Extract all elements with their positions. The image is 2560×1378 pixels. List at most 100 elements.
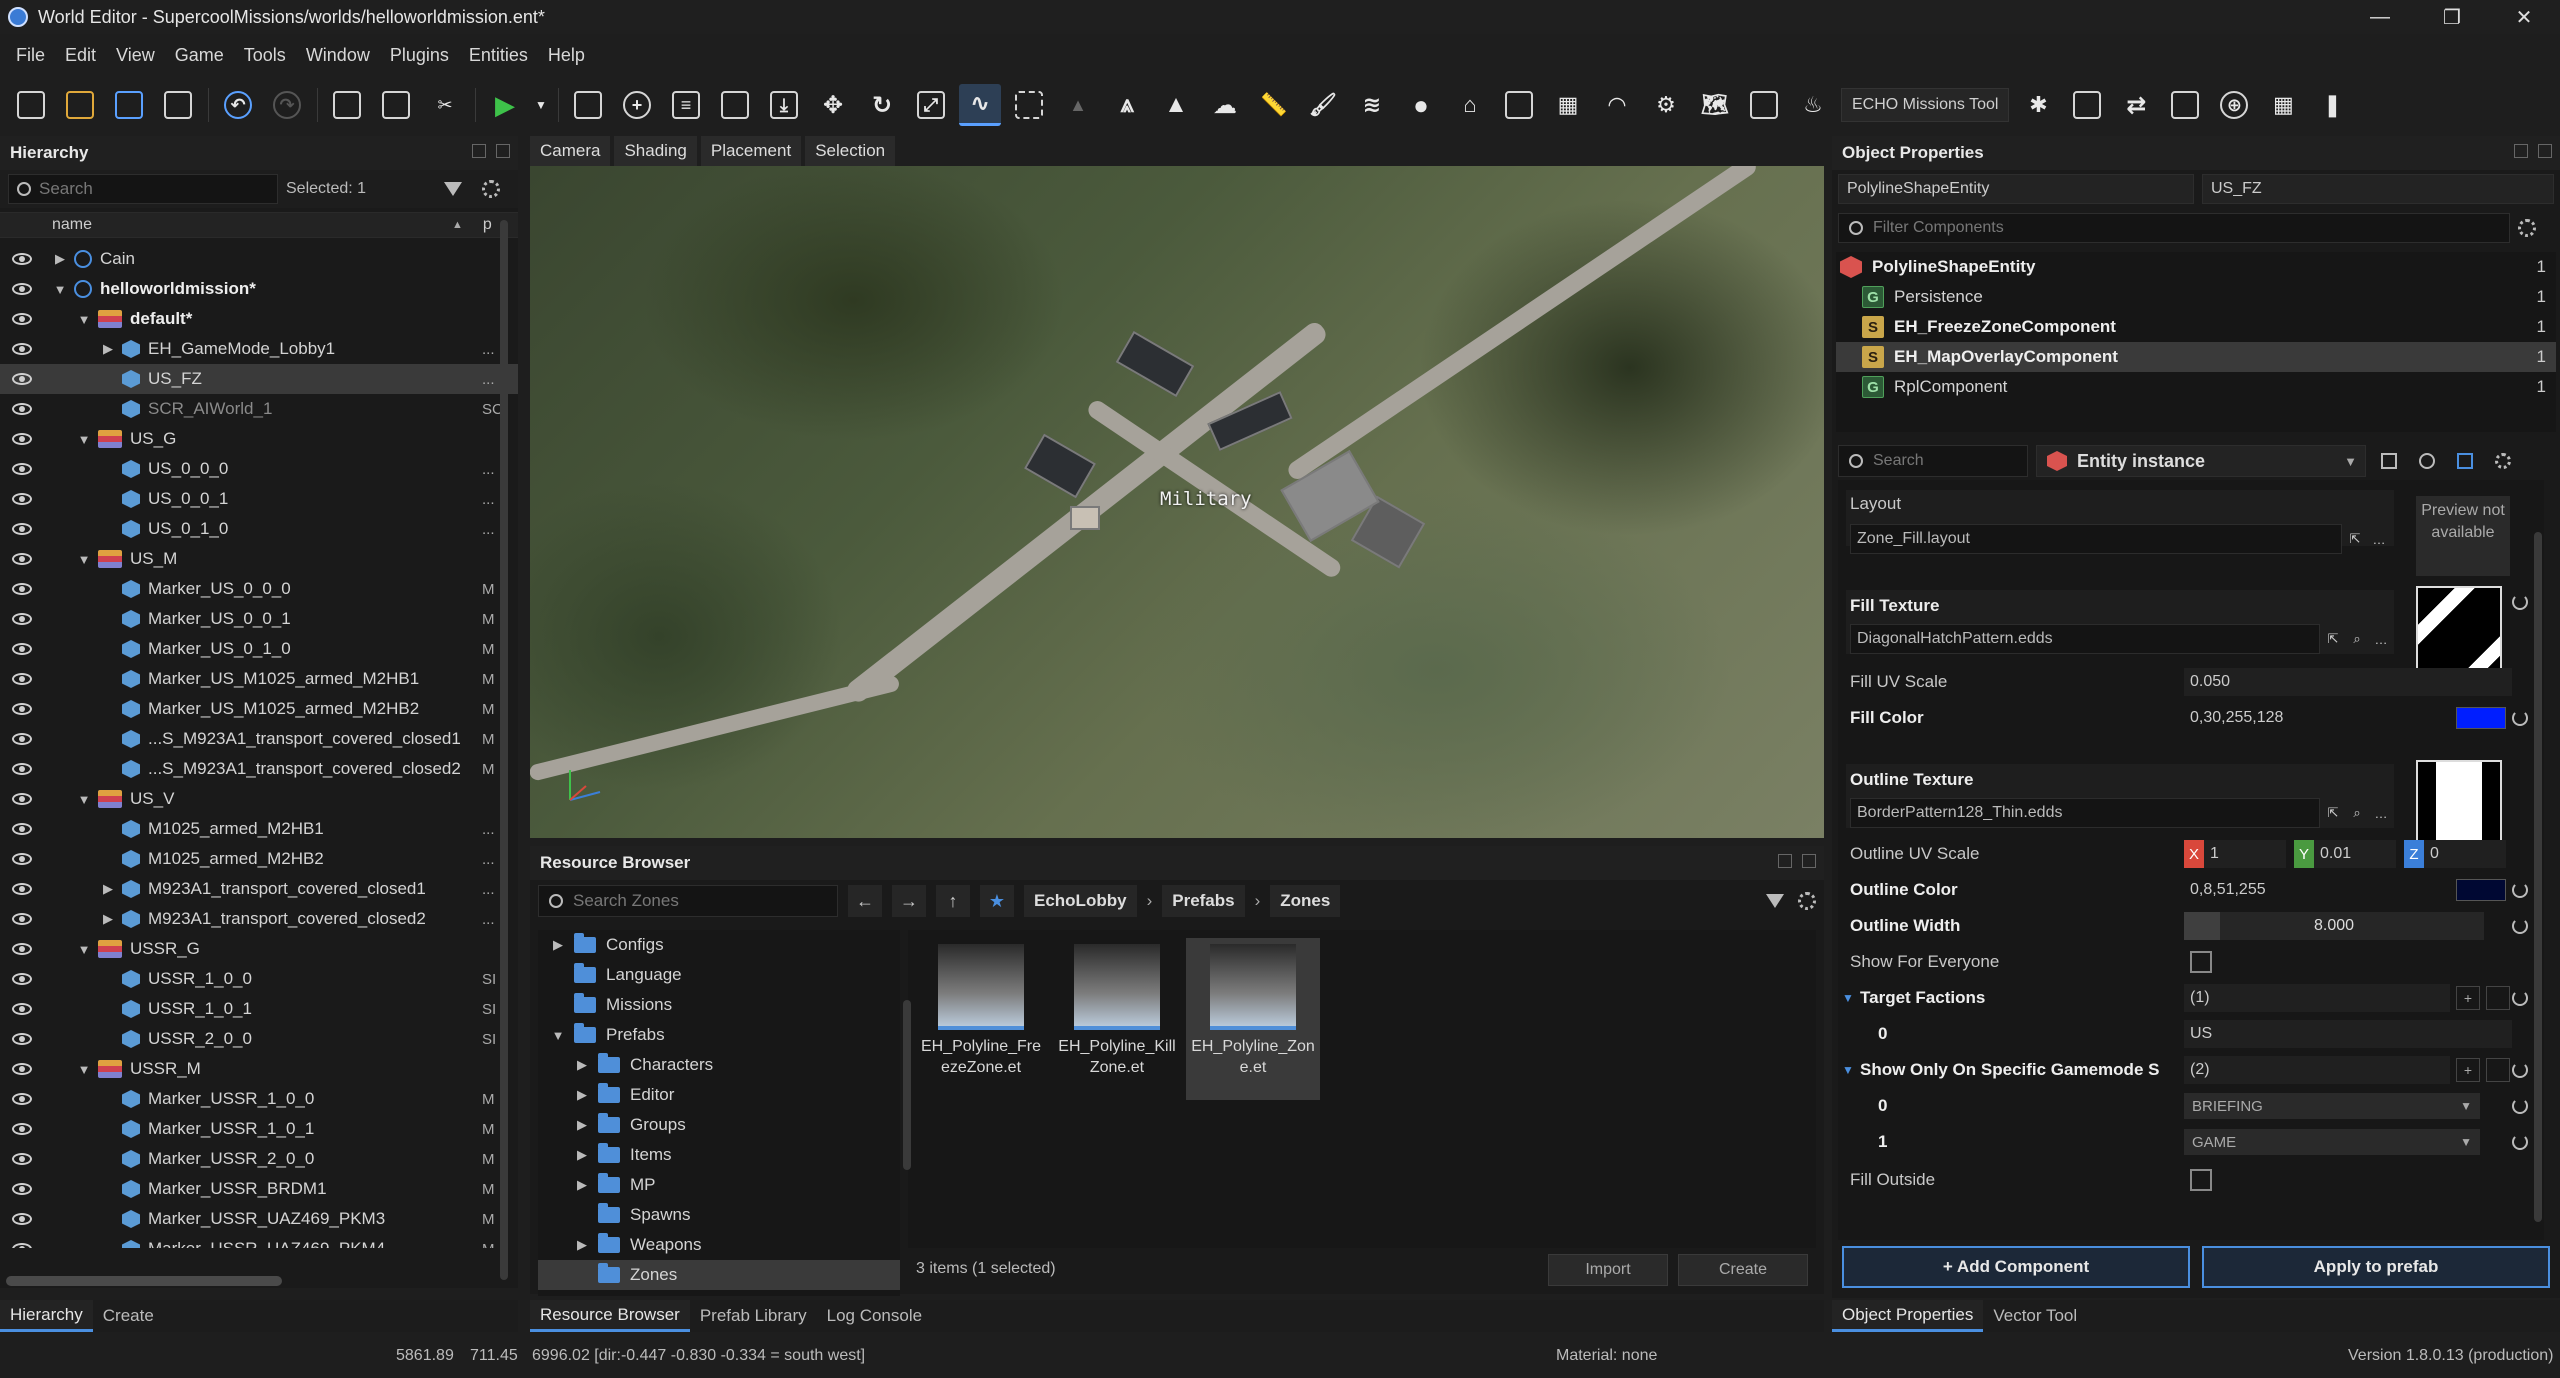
expand-arrow-icon[interactable]: ▶ bbox=[574, 1177, 590, 1193]
tab-prefab-library[interactable]: Prefab Library bbox=[690, 1300, 817, 1332]
folder-tree-scrollbar[interactable] bbox=[903, 1000, 911, 1170]
expand-arrow-icon[interactable]: ▼ bbox=[1842, 991, 1854, 1005]
visibility-eye-icon[interactable] bbox=[12, 733, 32, 745]
outline-texture-field[interactable]: BorderPattern128_Thin.edds bbox=[1850, 798, 2320, 828]
viewport-tab-placement[interactable]: Placement bbox=[700, 136, 802, 166]
folder-row[interactable]: Zones bbox=[538, 1260, 900, 1290]
visibility-eye-icon[interactable] bbox=[12, 1063, 32, 1075]
expand-arrow-icon[interactable]: ▼ bbox=[76, 1062, 92, 1077]
copy-button[interactable] bbox=[326, 84, 368, 126]
component-row[interactable]: S EH_FreezeZoneComponent 1 bbox=[1836, 312, 2556, 342]
tree-row[interactable]: Marker_USSR_1_0_0 M bbox=[0, 1084, 518, 1114]
map-button[interactable]: 🗺 bbox=[1694, 84, 1736, 126]
weather-button[interactable]: ☁ bbox=[1204, 84, 1246, 126]
expand-arrow-icon[interactable]: ▶ bbox=[52, 251, 68, 267]
favorite-button[interactable]: ★ bbox=[980, 885, 1014, 917]
visibility-eye-icon[interactable] bbox=[12, 253, 32, 265]
component-row[interactable]: PolylineShapeEntity 1 bbox=[1836, 252, 2556, 282]
filter-icon[interactable] bbox=[1766, 894, 1784, 908]
folder-row[interactable]: ▶ Characters bbox=[538, 1050, 900, 1080]
globe-button[interactable]: ⊕ bbox=[2213, 84, 2255, 126]
menu-tools[interactable]: Tools bbox=[234, 45, 296, 66]
scale-tool-button[interactable]: ⤢ bbox=[910, 84, 952, 126]
visibility-eye-icon[interactable] bbox=[12, 343, 32, 355]
expand-arrow-icon[interactable]: ▼ bbox=[76, 942, 92, 957]
visibility-eye-icon[interactable] bbox=[12, 1093, 32, 1105]
tree-row[interactable]: US_0_0_0... bbox=[0, 454, 518, 484]
visibility-eye-icon[interactable] bbox=[12, 793, 32, 805]
clear-items-button[interactable] bbox=[2486, 1058, 2510, 1082]
road-tool-button[interactable]: ⩓ bbox=[1106, 84, 1148, 126]
create-button[interactable]: Create bbox=[1678, 1254, 1808, 1286]
visibility-eye-icon[interactable] bbox=[12, 703, 32, 715]
prefab-edit-button[interactable]: ⌂ bbox=[1449, 84, 1491, 126]
visibility-eye-icon[interactable] bbox=[12, 373, 32, 385]
visibility-eye-icon[interactable] bbox=[12, 1123, 32, 1135]
expand-arrow-icon[interactable]: ▼ bbox=[76, 792, 92, 807]
close-panel-icon[interactable] bbox=[1802, 854, 1816, 868]
expand-arrow-icon[interactable]: ▶ bbox=[550, 937, 566, 953]
polyline-tool-button[interactable]: ∿ bbox=[959, 84, 1001, 126]
folder-row[interactable]: ▶ Groups bbox=[538, 1110, 900, 1140]
outline-uv-z-input[interactable]: 0 bbox=[2424, 840, 2506, 868]
show-for-everyone-checkbox[interactable] bbox=[2190, 951, 2212, 973]
close-button[interactable]: ✕ bbox=[2488, 0, 2560, 34]
tree-row[interactable]: US_FZ... bbox=[0, 364, 518, 394]
expand-arrow-icon[interactable]: ▶ bbox=[574, 1117, 590, 1133]
visibility-eye-icon[interactable] bbox=[12, 283, 32, 295]
expand-arrow-icon[interactable]: ▶ bbox=[574, 1237, 590, 1253]
expand-arrow-icon[interactable]: ▶ bbox=[100, 911, 116, 927]
outline-color-swatch[interactable] bbox=[2456, 879, 2506, 901]
visibility-eye-icon[interactable] bbox=[12, 1243, 32, 1248]
tab-resource-browser[interactable]: Resource Browser bbox=[530, 1300, 690, 1332]
tab-object-properties[interactable]: Object Properties bbox=[1832, 1300, 1984, 1332]
menu-help[interactable]: Help bbox=[538, 45, 595, 66]
tree-row[interactable]: Marker_USSR_UAZ469_PKM4 M bbox=[0, 1234, 518, 1248]
viewport-tab-shading[interactable]: Shading bbox=[614, 136, 697, 166]
zones-search-input[interactable]: Search Zones bbox=[538, 885, 838, 917]
tree-row[interactable]: USSR_1_0_0 SI bbox=[0, 964, 518, 994]
folder-row[interactable]: ▶ Editor bbox=[538, 1080, 900, 1110]
external-link-icon[interactable]: ⇱ bbox=[2344, 528, 2366, 550]
viewport-tab-selection[interactable]: Selection bbox=[805, 136, 896, 166]
tree-row[interactable]: ...S_M923A1_transport_covered_closed2 M bbox=[0, 754, 518, 784]
visibility-eye-icon[interactable] bbox=[12, 553, 32, 565]
measure-button[interactable]: 📏 bbox=[1253, 84, 1295, 126]
undock-icon[interactable] bbox=[1778, 854, 1792, 868]
folder-row[interactable]: Language bbox=[538, 960, 900, 990]
gamemode-select-0[interactable]: BRIEFING ▼ bbox=[2184, 1093, 2480, 1119]
gear-icon[interactable] bbox=[482, 180, 500, 198]
windows-button[interactable] bbox=[2164, 84, 2206, 126]
tree-row[interactable]: SCR_AIWorld_1 SC bbox=[0, 394, 518, 424]
up-button[interactable]: ↑ bbox=[936, 885, 970, 917]
target-faction-value[interactable]: US bbox=[2184, 1020, 2512, 1048]
tab-hierarchy[interactable]: Hierarchy bbox=[0, 1300, 93, 1332]
breadcrumb-zones[interactable]: Zones bbox=[1270, 885, 1341, 917]
close-panel-icon[interactable] bbox=[2538, 144, 2552, 158]
gear-icon[interactable] bbox=[1798, 892, 1816, 910]
column-p[interactable]: p bbox=[483, 216, 492, 234]
visibility-eye-icon[interactable] bbox=[12, 1213, 32, 1225]
sphere-button[interactable]: ● bbox=[1400, 84, 1442, 126]
visibility-eye-icon[interactable] bbox=[12, 313, 32, 325]
add-component-button[interactable]: + Add Component bbox=[1842, 1246, 2190, 1288]
save-button[interactable] bbox=[108, 84, 150, 126]
bug-button[interactable]: ✱ bbox=[2017, 84, 2059, 126]
visibility-eye-icon[interactable] bbox=[12, 493, 32, 505]
visibility-eye-icon[interactable] bbox=[12, 1003, 32, 1015]
properties-scrollbar[interactable] bbox=[2534, 532, 2542, 1222]
fill-color-swatch[interactable] bbox=[2456, 707, 2506, 729]
column-name[interactable]: name bbox=[52, 216, 472, 234]
folder-row[interactable]: Missions bbox=[538, 990, 900, 1020]
terrain-button[interactable]: ▲ bbox=[1057, 84, 1099, 126]
tree-row[interactable]: US_0_1_0... bbox=[0, 514, 518, 544]
apply-to-prefab-button[interactable]: Apply to prefab bbox=[2202, 1246, 2550, 1288]
viewport-tab-camera[interactable]: Camera bbox=[530, 136, 611, 166]
menu-window[interactable]: Window bbox=[296, 45, 380, 66]
visibility-eye-icon[interactable] bbox=[12, 1183, 32, 1195]
folder-row[interactable]: Spawns bbox=[538, 1200, 900, 1230]
property-search-input[interactable]: Search bbox=[1838, 445, 2028, 477]
fill-texture-field[interactable]: DiagonalHatchPattern.edds bbox=[1850, 624, 2320, 654]
outline-uv-y[interactable]: Y 0.01 bbox=[2294, 840, 2396, 868]
tree-row[interactable]: ▼ US_M bbox=[0, 544, 518, 574]
